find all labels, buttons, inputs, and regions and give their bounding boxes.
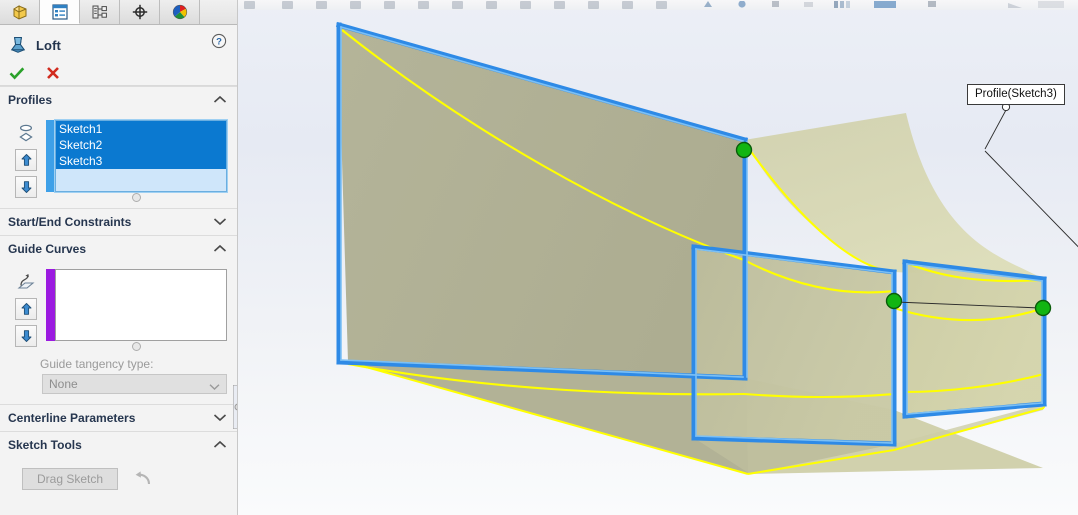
guide-tangency-label: Guide tangency type: <box>40 357 154 371</box>
undo-button[interactable] <box>132 469 154 489</box>
check-icon <box>9 67 25 80</box>
feature-action-row <box>0 61 237 86</box>
group-title-profiles: Profiles <box>8 93 53 107</box>
guide-tangency-type-select[interactable]: None <box>42 374 227 394</box>
arrow-down-icon <box>21 330 31 342</box>
group-body-profiles: Sketch1 Sketch2 Sketch3 <box>0 113 237 208</box>
tab-dimxpert-manager[interactable] <box>120 0 160 24</box>
guide-tangency-type-value: None <box>49 377 78 391</box>
tab-feature-manager-tree[interactable] <box>0 0 40 24</box>
profiles-list-item[interactable]: Sketch3 <box>56 153 226 169</box>
ok-button[interactable] <box>6 63 28 83</box>
solidworks-window: Loft ? Profiles Sketch1 Sketch2 Sketch3 … <box>0 0 1078 515</box>
property-manager-icon <box>51 3 68 20</box>
guide-curve-selection-icon <box>13 271 39 293</box>
display-manager-icon <box>172 4 187 20</box>
cancel-button[interactable] <box>42 63 64 83</box>
move-up-guide-curves-button[interactable] <box>15 298 37 320</box>
guide-curve-icon <box>17 274 35 289</box>
profiles-list-item[interactable]: Sketch1 <box>56 121 226 137</box>
group-body-sketch-tools: Drag Sketch <box>0 458 237 496</box>
drag-sketch-button[interactable]: Drag Sketch <box>22 468 118 490</box>
x-icon <box>47 67 59 79</box>
dimxpert-crosshair-icon <box>132 4 147 20</box>
help-icon[interactable]: ? <box>211 33 227 49</box>
profiles-resize-grip[interactable] <box>46 192 227 202</box>
feature-tree-icon <box>12 5 26 20</box>
group-title-start-end-constraints: Start/End Constraints <box>8 215 132 229</box>
loft-icon <box>10 37 26 53</box>
tab-configuration-manager[interactable] <box>80 0 120 24</box>
profiles-icon <box>19 124 33 142</box>
group-header-start-end-constraints[interactable]: Start/End Constraints <box>0 208 237 235</box>
group-body-guide-curves: Guide tangency type: None <box>0 262 237 404</box>
tab-property-manager[interactable] <box>40 0 80 24</box>
guide-curves-resize-grip[interactable] <box>46 341 227 351</box>
arrow-up-icon <box>21 303 31 315</box>
chevron-up-icon <box>213 438 227 452</box>
group-header-sketch-tools[interactable]: Sketch Tools <box>0 431 237 458</box>
guide-curves-color-swatch <box>46 269 55 341</box>
move-up-profiles-button[interactable] <box>15 149 37 171</box>
profiles-color-swatch <box>46 120 55 192</box>
manager-tab-strip <box>0 0 237 25</box>
chevron-up-icon <box>213 93 227 107</box>
svg-text:?: ? <box>216 37 222 48</box>
guide-curves-selection-listbox[interactable] <box>55 269 227 341</box>
configuration-manager-icon <box>92 5 107 19</box>
property-manager-panel: Loft ? Profiles Sketch1 Sketch2 Sketch3 … <box>0 0 238 515</box>
feature-header: Loft ? <box>0 25 237 61</box>
profile-callout-text: Profile(Sketch3) <box>975 88 1057 100</box>
arrow-up-icon <box>21 154 31 166</box>
profiles-list-item[interactable]: Sketch2 <box>56 137 226 153</box>
move-down-profiles-button[interactable] <box>15 176 37 198</box>
chevron-up-icon <box>213 242 227 256</box>
group-title-sketch-tools: Sketch Tools <box>8 438 82 452</box>
tab-display-manager[interactable] <box>160 0 200 24</box>
group-header-centerline-parameters[interactable]: Centerline Parameters <box>0 404 237 431</box>
undo-icon <box>135 471 151 485</box>
group-title-guide-curves: Guide Curves <box>8 242 87 256</box>
group-header-guide-curves[interactable]: Guide Curves <box>0 235 237 262</box>
chevron-down-icon <box>209 380 220 394</box>
chevron-down-icon <box>213 215 227 229</box>
page-title: Loft <box>36 37 61 53</box>
group-title-centerline-parameters: Centerline Parameters <box>8 411 136 425</box>
loft-preview-geometry <box>335 21 1078 475</box>
profiles-selection-icon <box>13 122 39 144</box>
profile-callout[interactable]: Profile(Sketch3) <box>967 84 1065 105</box>
profiles-selection-listbox[interactable]: Sketch1 Sketch2 Sketch3 <box>54 119 228 193</box>
graphics-viewport[interactable]: Profile(Sketch3) <box>238 0 1078 515</box>
move-down-guide-curves-button[interactable] <box>15 325 37 347</box>
arrow-down-icon <box>21 181 31 193</box>
chevron-down-icon <box>213 411 227 425</box>
help-question-icon: ? <box>211 33 227 49</box>
group-header-profiles[interactable]: Profiles <box>0 86 237 113</box>
